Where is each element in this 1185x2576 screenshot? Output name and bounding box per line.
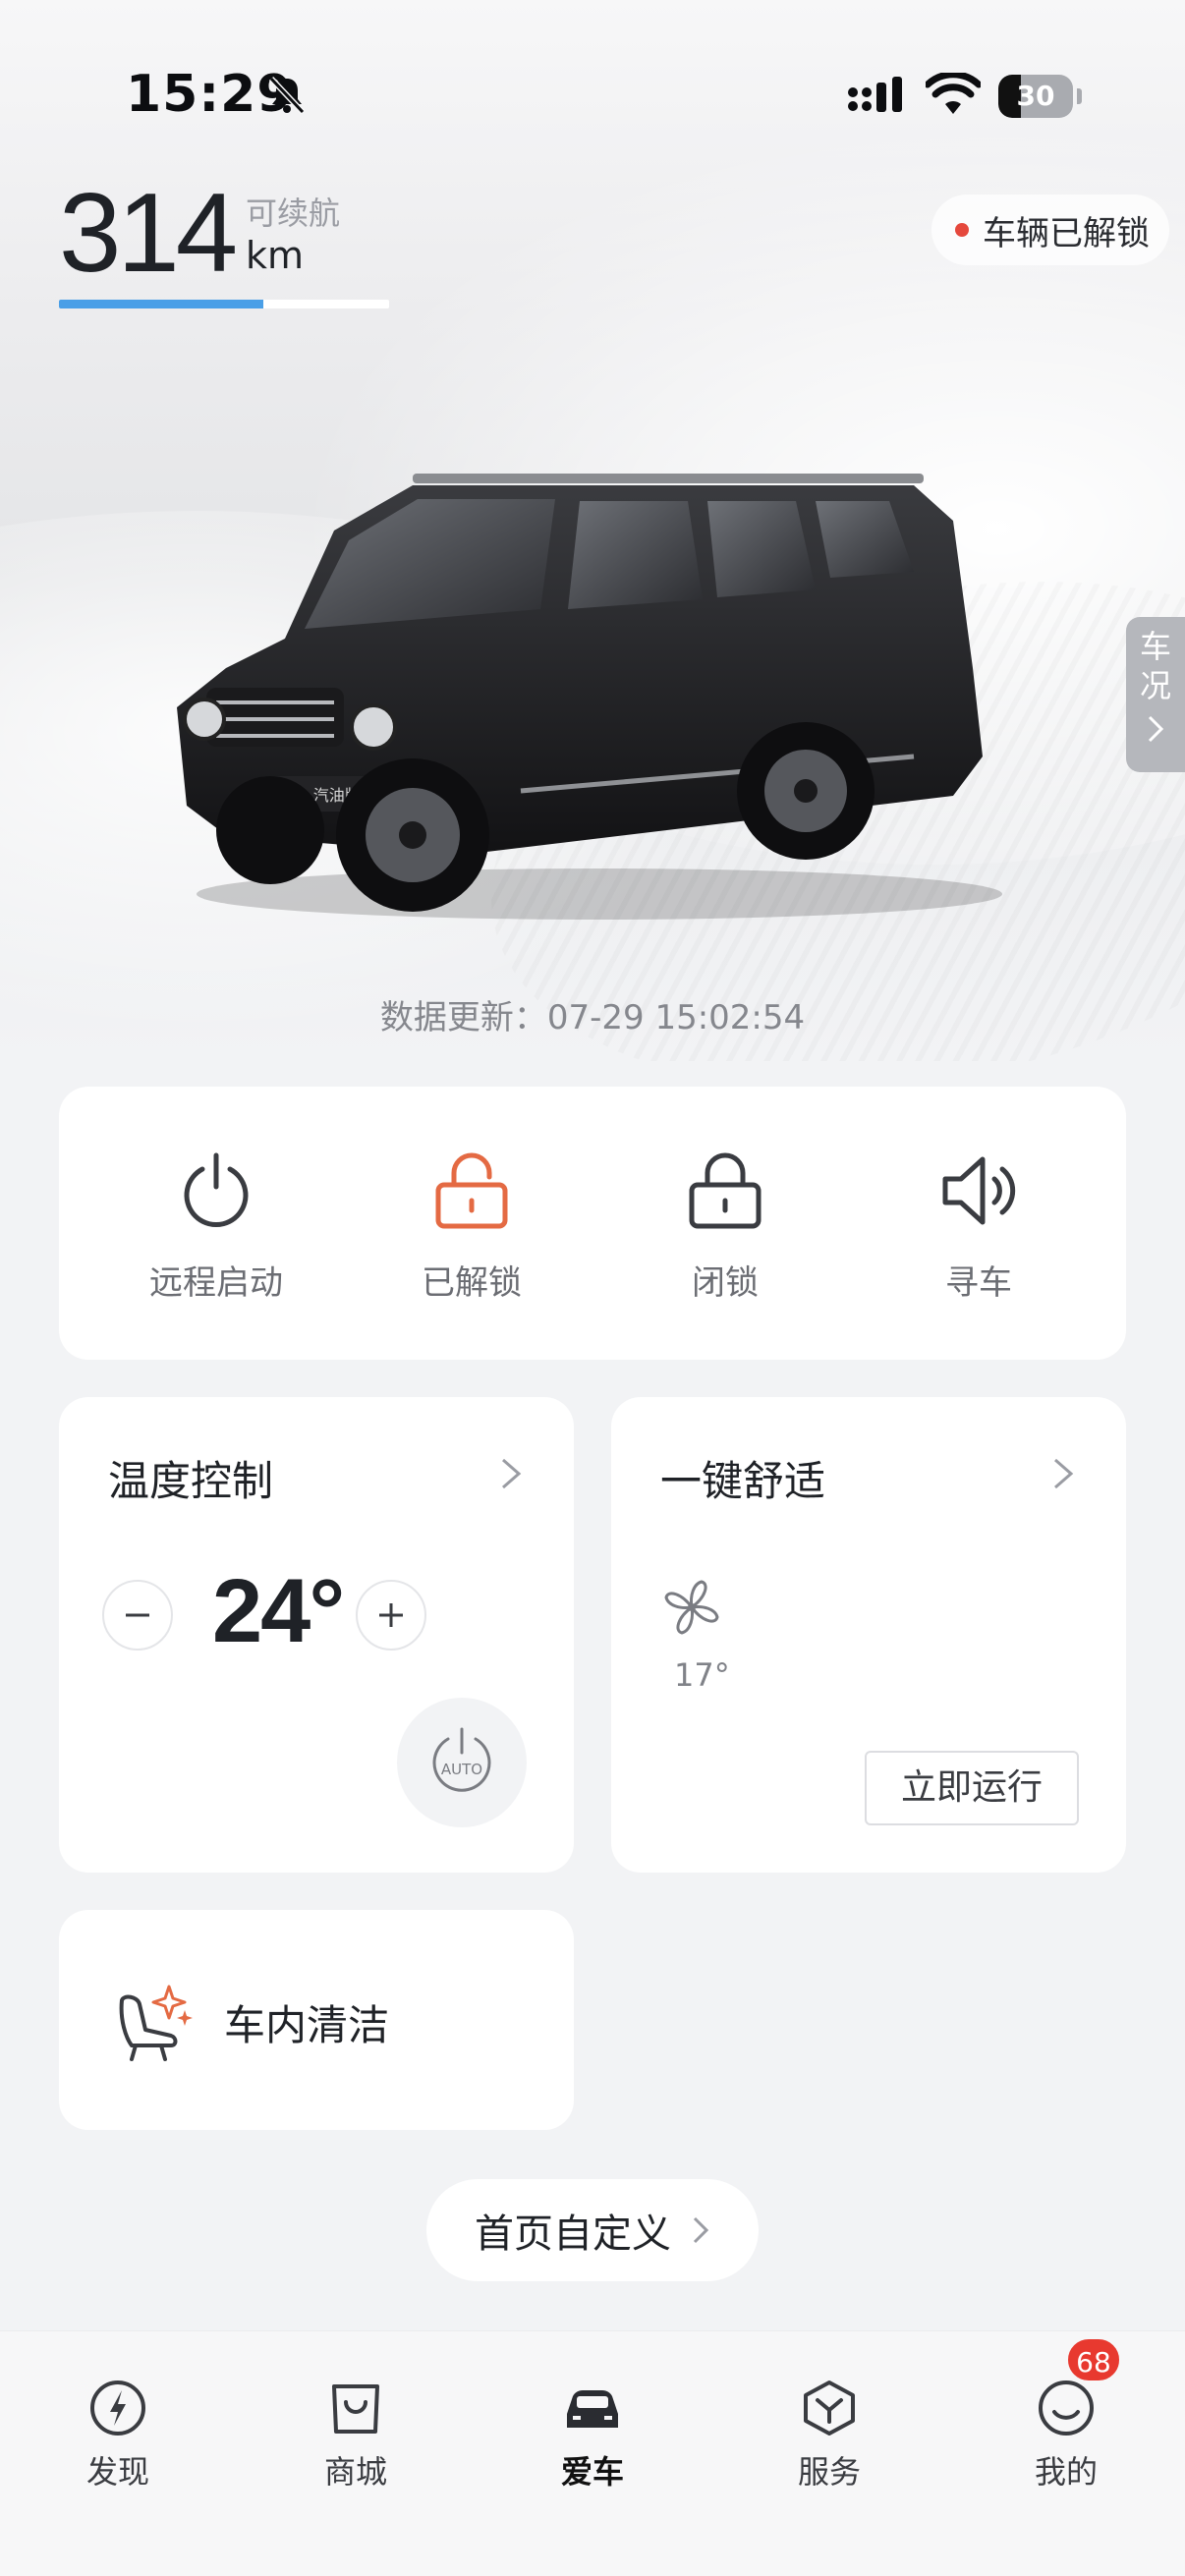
smile-icon	[1039, 2380, 1094, 2436]
auto-label: AUTO	[441, 1761, 482, 1778]
tab-my-car-label: 爱车	[560, 2453, 624, 2491]
plus-icon	[379, 1603, 403, 1627]
remote-start-button[interactable]: 远程启动	[118, 1087, 314, 1360]
range-progress-fill	[59, 300, 264, 308]
power-icon	[184, 1152, 249, 1227]
battery-body: 30	[998, 75, 1073, 118]
run-now-button[interactable]: 立即运行	[865, 1751, 1079, 1825]
temperature-value: 24°	[212, 1561, 345, 1661]
customize-home-label: 首页自定义	[475, 2212, 671, 2257]
interior-cleaning-card[interactable]: 车内清洁	[59, 1910, 574, 2130]
tab-discover-label: 发现	[85, 2453, 149, 2491]
speaker-icon	[942, 1156, 1016, 1225]
temperature-increase-button[interactable]	[356, 1580, 426, 1651]
range-value: 314	[59, 171, 238, 296]
interior-cleaning-label: 车内清洁	[224, 2001, 390, 2049]
service-cube-icon	[804, 2380, 855, 2436]
temperature-decrease-button[interactable]	[102, 1580, 173, 1651]
data-update-time: 数据更新：07-29 15:02:54	[379, 998, 806, 1037]
vehicle-condition-tab[interactable]: 车 况	[1126, 617, 1185, 772]
minus-icon	[126, 1613, 149, 1617]
find-car-label: 寻车	[945, 1263, 1012, 1303]
tab-mall-label: 商城	[323, 2453, 387, 2491]
unlocked-label: 已解锁	[422, 1263, 522, 1303]
battery-icon: 30	[998, 75, 1082, 118]
tab-my-car[interactable]: 爱车	[475, 2331, 710, 2528]
auto-climate-button[interactable]: AUTO	[397, 1698, 527, 1827]
chevron-right-icon	[1148, 715, 1164, 743]
one-click-comfort-card[interactable]: 一键舒适 17° 立即运行	[611, 1397, 1126, 1873]
unlocked-button[interactable]: 已解锁	[373, 1087, 570, 1360]
fan-temperature: 17°	[674, 1656, 730, 1694]
temperature-control-card[interactable]: 温度控制 24° AUTO	[59, 1397, 574, 1873]
vehicle-image: 300 汽油版	[177, 474, 1002, 920]
tab-mall[interactable]: 商城	[238, 2331, 474, 2528]
lock-icon	[689, 1152, 762, 1229]
remote-controls-card: 远程启动 已解锁 闭锁 寻车	[59, 1087, 1126, 1360]
chevron-right-icon	[1054, 1458, 1074, 1489]
car-icon	[567, 2390, 618, 2428]
tab-discover[interactable]: 发现	[0, 2331, 236, 2528]
lock-label: 闭锁	[692, 1263, 759, 1303]
chevron-right-icon	[693, 2216, 709, 2244]
bottom-tab-bar: 发现 商城 爱车 服务 我的	[0, 2330, 1185, 2576]
range-unit: km	[246, 234, 305, 277]
lightning-icon	[90, 2380, 145, 2436]
wifi-icon	[926, 73, 981, 114]
customize-home-button[interactable]: 首页自定义	[426, 2179, 759, 2281]
lock-status-text: 车辆已解锁	[983, 213, 1150, 253]
battery-tip	[1077, 88, 1082, 104]
comfort-title: 一键舒适	[660, 1457, 826, 1505]
unlocked-icon	[435, 1152, 508, 1229]
tab-service-label: 服务	[797, 2453, 861, 2491]
remote-start-label: 远程启动	[149, 1263, 283, 1303]
chevron-right-icon	[502, 1458, 522, 1489]
shopping-bag-icon	[332, 2384, 379, 2434]
range-progress-bar	[59, 300, 389, 308]
find-car-button[interactable]: 寻车	[880, 1087, 1077, 1360]
seat-sparkle-icon	[119, 1985, 193, 2061]
condition-tab-char-2: 况	[1139, 667, 1171, 704]
status-dot	[955, 223, 969, 237]
battery-level: 30	[1016, 80, 1055, 112]
cellular-signal-icon	[848, 77, 902, 112]
tab-service[interactable]: 服务	[711, 2331, 947, 2528]
auto-power-icon: AUTO	[432, 1727, 491, 1792]
condition-tab-char-1: 车	[1139, 628, 1171, 665]
notification-badge: 68	[1065, 2336, 1122, 2383]
fan-icon	[664, 1580, 719, 1635]
vehicle-lock-status[interactable]: 车辆已解锁	[931, 195, 1169, 265]
range-label: 可续航	[246, 195, 341, 232]
lock-button[interactable]: 闭锁	[627, 1087, 823, 1360]
bell-mute-icon	[268, 76, 306, 115]
tab-mine-label: 我的	[1034, 2453, 1098, 2491]
temperature-title: 温度控制	[108, 1457, 274, 1505]
